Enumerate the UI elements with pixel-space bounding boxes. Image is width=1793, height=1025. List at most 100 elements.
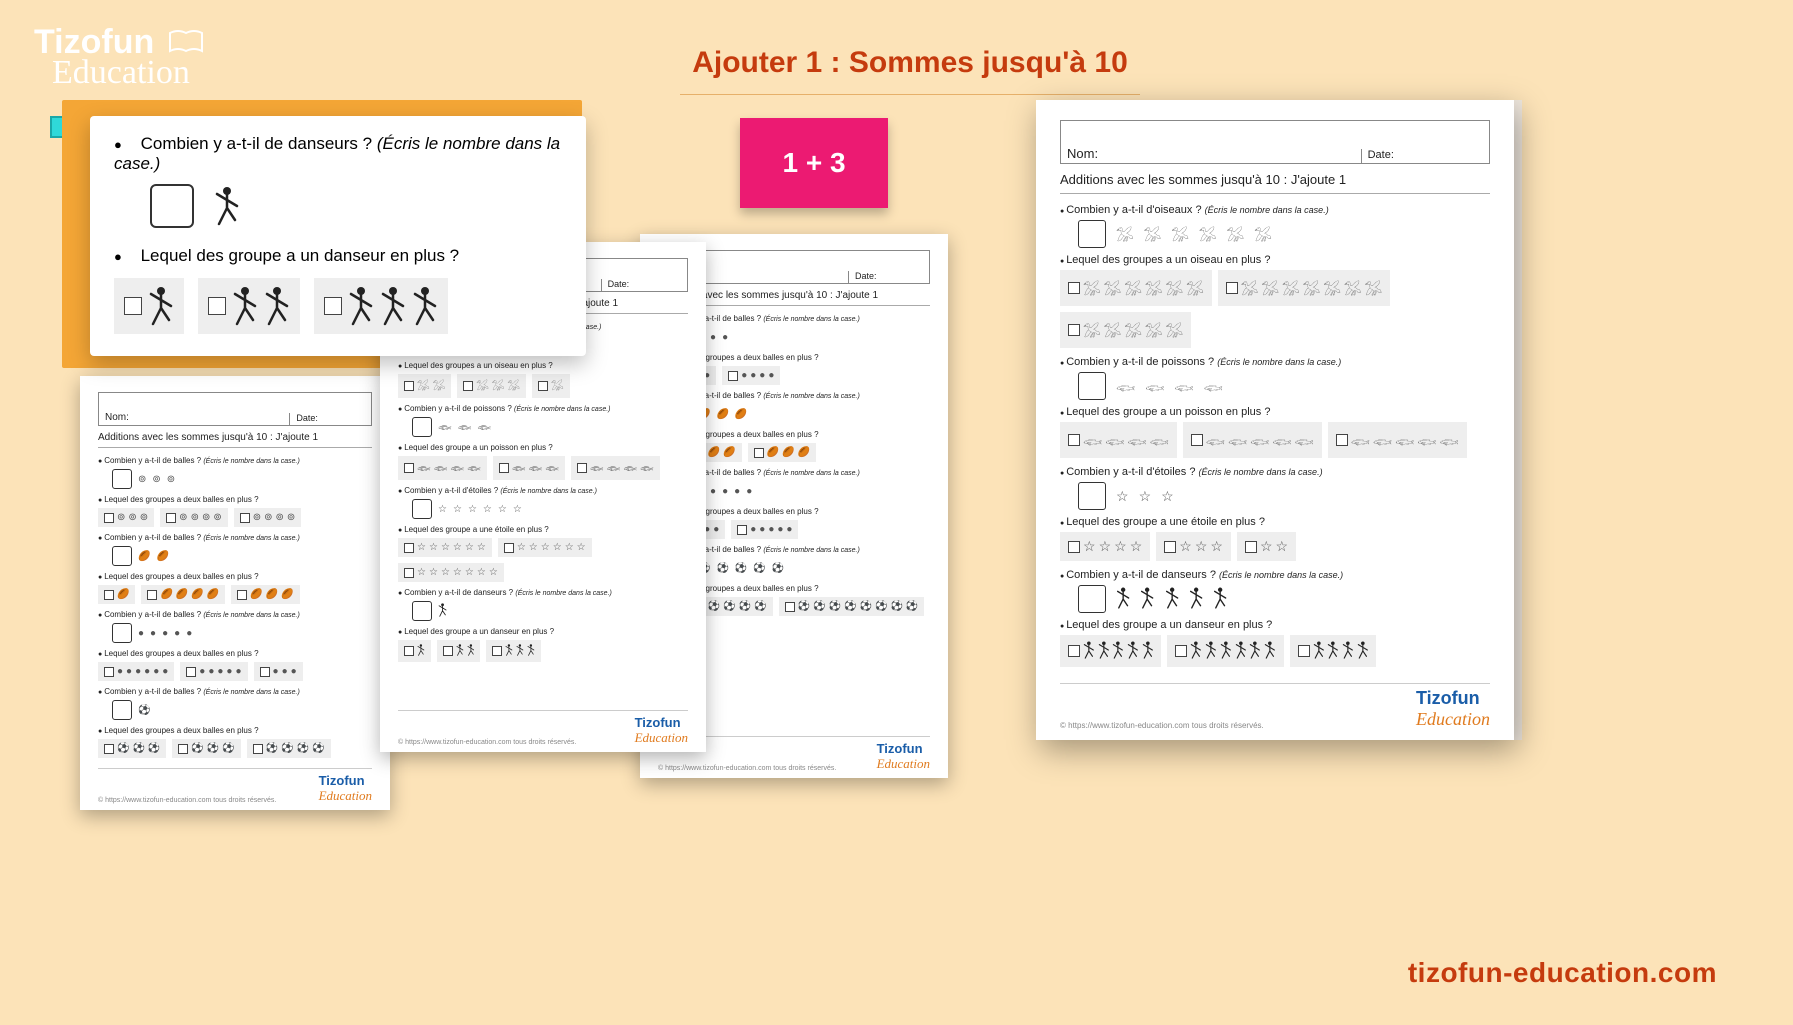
option-0[interactable] [1060,635,1161,667]
checkbox-icon[interactable] [504,543,514,553]
checkbox-icon[interactable] [404,568,414,578]
option-1[interactable]: ●●●● [722,366,780,385]
checkbox-icon[interactable] [237,590,247,600]
checkbox-icon[interactable] [240,513,250,523]
answer-box[interactable] [112,546,132,566]
checkbox-icon[interactable] [1191,434,1203,446]
date-field[interactable]: Date: [601,279,687,291]
answer-box[interactable] [112,623,132,643]
option-0[interactable]: 𓅮𓅮 [398,374,451,398]
checkbox-icon[interactable] [166,513,176,523]
option-2[interactable]: ☆☆☆☆☆☆☆ [398,563,504,582]
checkbox-icon[interactable] [208,297,226,315]
checkbox-icon[interactable] [1336,434,1348,446]
option-1[interactable]: ●●●●● [731,520,798,539]
option-1[interactable] [1167,635,1283,667]
checkbox-icon[interactable] [1245,541,1257,553]
checkbox-icon[interactable] [463,381,473,391]
checkbox-icon[interactable] [728,371,738,381]
answer-box[interactable] [412,601,432,621]
checkbox-icon[interactable] [104,667,114,677]
option-2[interactable] [486,640,540,662]
option-1[interactable]: ⊚⊚⊚⊚ [160,508,228,527]
answer-box[interactable] [150,184,194,228]
checkbox-icon[interactable] [404,463,414,473]
checkbox-icon[interactable] [404,381,414,391]
callout-option-0[interactable] [114,278,184,334]
option-2[interactable]: ☆☆ [1237,532,1296,561]
option-0[interactable] [398,640,431,662]
checkbox-icon[interactable] [538,381,548,391]
option-1[interactable]: 🏉🏉🏉 [748,443,816,462]
date-field[interactable]: Date: [848,271,929,283]
option-0[interactable]: ☆☆☆☆☆☆ [398,538,492,557]
checkbox-icon[interactable] [404,646,414,656]
option-1[interactable]: 𓅮𓅮𓅮 [457,374,526,398]
answer-box[interactable] [412,417,432,437]
checkbox-icon[interactable] [754,448,764,458]
checkbox-icon[interactable] [577,463,587,473]
option-0[interactable]: 𓆟𓆟𓆟𓆟 [1060,422,1177,458]
option-1[interactable]: ☆☆☆ [1156,532,1231,561]
option-2[interactable]: 🏉🏉🏉 [231,585,299,604]
answer-box[interactable] [1078,585,1106,613]
checkbox-icon[interactable] [104,513,114,523]
checkbox-icon[interactable] [1068,282,1080,294]
option-2[interactable]: ●●● [254,662,303,681]
checkbox-icon[interactable] [499,463,509,473]
option-2[interactable]: 𓆟𓆟𓆟𓆟𓆟 [1328,422,1467,458]
option-0[interactable]: 𓆟𓆟𓆟𓆟 [398,456,487,480]
name-field[interactable]: Nom: [99,412,289,425]
option-0[interactable]: ●●●●●● [98,662,174,681]
option-0[interactable]: ☆☆☆☆ [1060,532,1150,561]
option-1[interactable]: ⚽⚽⚽⚽⚽⚽⚽⚽ [779,597,925,616]
option-1[interactable]: 🏉🏉🏉🏉 [141,585,225,604]
option-0[interactable]: ⊚⊚⊚ [98,508,154,527]
checkbox-icon[interactable] [260,667,270,677]
checkbox-icon[interactable] [785,602,795,612]
option-2[interactable]: 𓆟𓆟𓆟𓆟 [571,456,660,480]
option-1[interactable]: ⚽⚽⚽ [172,739,240,758]
checkbox-icon[interactable] [1068,324,1080,336]
checkbox-icon[interactable] [104,590,114,600]
answer-box[interactable] [1078,220,1106,248]
checkbox-icon[interactable] [124,297,142,315]
name-field[interactable]: Nom: [1061,146,1361,163]
option-2[interactable]: 𓅮 [532,374,570,398]
checkbox-icon[interactable] [186,667,196,677]
checkbox-icon[interactable] [1226,282,1238,294]
option-1[interactable]: 𓆟𓆟𓆟𓆟𓆟 [1183,422,1322,458]
checkbox-icon[interactable] [404,543,414,553]
option-0[interactable]: 🏉 [98,585,135,604]
checkbox-icon[interactable] [492,646,502,656]
date-field[interactable]: Date: [1361,149,1489,163]
checkbox-icon[interactable] [1068,645,1080,657]
option-1[interactable]: 𓅮𓅮𓅮𓅮𓅮𓅮𓅮 [1218,270,1390,306]
answer-box[interactable] [112,469,132,489]
option-0[interactable]: 𓅮𓅮𓅮𓅮𓅮𓅮 [1060,270,1212,306]
answer-box[interactable] [412,499,432,519]
option-2[interactable]: 𓅮𓅮𓅮𓅮𓅮 [1060,312,1191,348]
date-field[interactable]: Date: [289,413,371,425]
option-2[interactable] [1290,635,1377,667]
answer-box[interactable] [1078,482,1106,510]
checkbox-icon[interactable] [147,590,157,600]
option-1[interactable] [437,640,481,662]
checkbox-icon[interactable] [443,646,453,656]
checkbox-icon[interactable] [104,744,114,754]
option-1[interactable]: ●●●●● [180,662,247,681]
checkbox-icon[interactable] [178,744,188,754]
checkbox-icon[interactable] [737,525,747,535]
checkbox-icon[interactable] [253,744,263,754]
checkbox-icon[interactable] [1068,541,1080,553]
checkbox-icon[interactable] [1175,645,1187,657]
checkbox-icon[interactable] [1298,645,1310,657]
checkbox-icon[interactable] [324,297,342,315]
answer-box[interactable] [1078,372,1106,400]
callout-option-1[interactable] [198,278,300,334]
callout-option-2[interactable] [314,278,448,334]
answer-box[interactable] [112,700,132,720]
option-0[interactable]: ⚽⚽⚽ [98,739,166,758]
option-1[interactable]: ☆☆☆☆☆☆ [498,538,592,557]
option-1[interactable]: 𓆟𓆟𓆟 [493,456,565,480]
